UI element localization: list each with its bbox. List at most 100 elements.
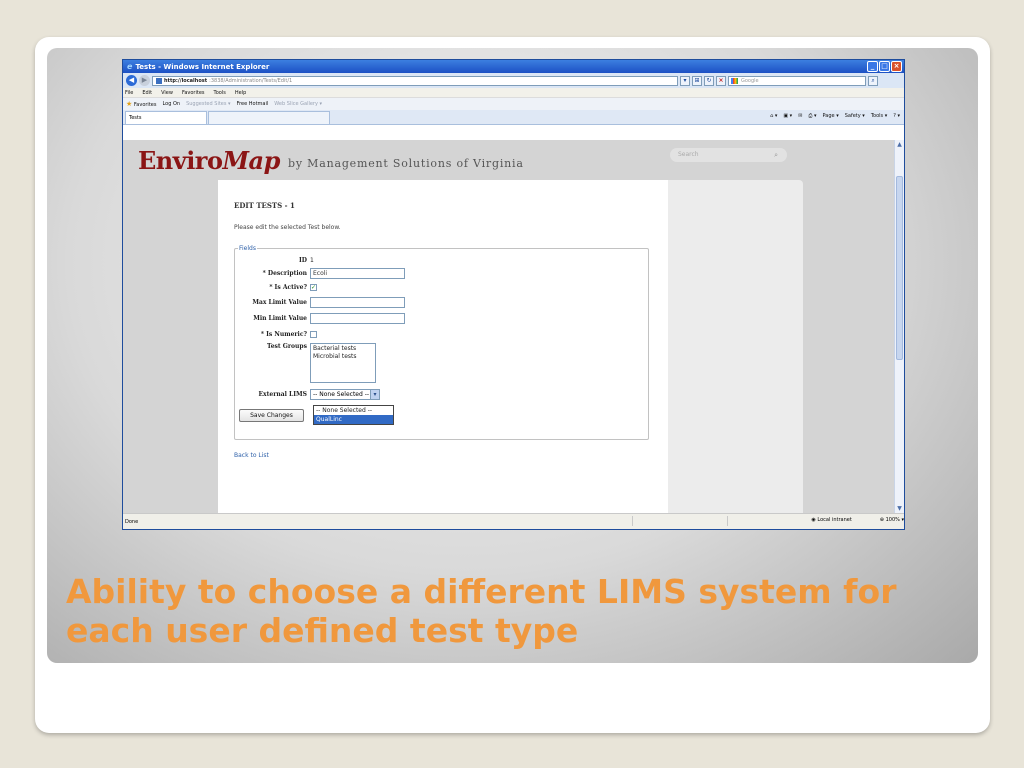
edit-form-card: EDIT TESTS - 1 Please edit the selected … — [218, 180, 668, 514]
id-value: 1 — [310, 256, 314, 264]
star-icon: ★ — [126, 100, 133, 108]
menu-help[interactable]: Help — [235, 90, 246, 96]
site-search-input[interactable]: Search ⌕ — [670, 148, 787, 162]
page-title: EDIT TESTS - 1 — [234, 201, 295, 210]
address-input[interactable]: http://localhost:3838/Administration/Tes… — [152, 75, 678, 86]
is-active-label: * Is Active? — [269, 283, 307, 291]
fields-fieldset: Fields ID 1 * Description Ecoli * Is Act… — [234, 245, 649, 440]
favorites-label: Favorites — [133, 102, 157, 108]
compatibility-icon[interactable]: ⊞ — [692, 75, 702, 86]
external-lims-row: External LIMS -- None Selected -- ▾ — [235, 388, 380, 400]
stop-icon[interactable]: × — [716, 75, 726, 86]
side-panel — [668, 180, 803, 514]
fav-link-logon[interactable]: Log On — [162, 101, 180, 107]
menu-view[interactable]: View — [161, 90, 173, 96]
menu-edit[interactable]: Edit — [142, 90, 152, 96]
site-search-placeholder: Search — [678, 151, 699, 158]
external-lims-selected: -- None Selected -- — [313, 390, 370, 398]
browser-window: e Tests - Windows Internet Explorer _ □ … — [122, 59, 905, 530]
max-limit-row: Max Limit Value — [235, 296, 405, 308]
address-host: http://localhost — [164, 77, 208, 84]
help-icon[interactable]: ? ▾ — [893, 113, 900, 119]
zone-label: Local intranet — [817, 517, 852, 523]
favorites-button[interactable]: ★ Favorites — [126, 100, 156, 108]
tab-strip: Tests ⌂ ▾ ▣ ▾ ✉ ⎙ ▾ Page ▾ Safety ▾ Tool… — [123, 110, 904, 125]
external-lims-select[interactable]: -- None Selected -- ▾ — [310, 388, 380, 400]
back-to-list-link[interactable]: Back to List — [234, 452, 269, 459]
fav-link-hotmail[interactable]: Free Hotmail — [237, 101, 269, 107]
external-lims-dropdown: -- None Selected -- QualLinc — [313, 405, 394, 425]
is-numeric-checkbox[interactable] — [310, 330, 317, 338]
page-icon — [156, 77, 162, 84]
status-bar: Done ◉ Local intranet ⊕ 100% ▾ — [123, 513, 904, 529]
test-groups-listbox[interactable]: Bacterial tests Microbial tests — [310, 343, 376, 383]
tools-menu[interactable]: Tools ▾ — [871, 113, 887, 119]
tab-title: Tests — [129, 115, 142, 121]
page-content: EnviroMap by Management Solutions of Vir… — [123, 140, 896, 514]
scroll-thumb[interactable] — [896, 176, 903, 360]
is-active-checkbox[interactable]: ✓ — [310, 283, 317, 291]
home-icon[interactable]: ⌂ ▾ — [770, 113, 777, 119]
new-tab-button[interactable] — [208, 111, 330, 124]
save-changes-button[interactable]: Save Changes — [239, 409, 304, 422]
ie-logo-icon: e — [127, 62, 133, 71]
chevron-down-icon[interactable]: ▾ — [370, 389, 379, 399]
browser-title: Tests - Windows Internet Explorer — [135, 62, 270, 71]
browser-search-input[interactable]: Google — [728, 75, 866, 86]
back-arrow-icon[interactable]: ◀ — [126, 75, 137, 86]
fav-link-suggested[interactable]: Suggested Sites ▾ — [186, 101, 230, 107]
site-logo: EnviroMap — [138, 146, 280, 175]
zone-indicator: ◉ Local intranet — [811, 517, 851, 523]
min-limit-input[interactable] — [310, 312, 405, 324]
tab-tests[interactable]: Tests — [125, 111, 207, 124]
forward-arrow-icon[interactable]: ▶ — [139, 75, 150, 86]
scroll-up-icon[interactable]: ▲ — [896, 141, 903, 149]
list-item[interactable]: Bacterial tests — [313, 345, 373, 353]
mail-icon[interactable]: ✉ — [798, 113, 802, 119]
max-limit-label: Max Limit Value — [252, 298, 307, 306]
test-groups-row: Test Groups Bacterial tests Microbial te… — [235, 343, 376, 385]
menu-favorites[interactable]: Favorites — [182, 90, 205, 96]
refresh-icon[interactable]: ↻ — [704, 75, 714, 86]
external-lims-label: External LIMS — [258, 390, 307, 398]
description-row: * Description Ecoli — [235, 267, 405, 279]
address-bar-row: ◀ ▶ http://localhost:3838/Administration… — [123, 73, 904, 88]
zoom-control[interactable]: ⊕ 100% ▾ — [880, 517, 904, 523]
dropdown-option-highlighted[interactable]: QualLinc — [314, 415, 393, 424]
menu-file[interactable]: File — [125, 90, 133, 96]
safety-menu[interactable]: Safety ▾ — [845, 113, 865, 119]
search-icon[interactable]: ⌕ — [868, 75, 878, 86]
address-dropdown-icon[interactable]: ▾ — [680, 75, 690, 86]
scroll-down-icon[interactable]: ▼ — [896, 505, 903, 513]
min-limit-row: Min Limit Value — [235, 312, 405, 324]
menu-tools[interactable]: Tools — [214, 90, 226, 96]
maximize-icon[interactable]: □ — [879, 61, 890, 72]
page-menu[interactable]: Page ▾ — [823, 113, 839, 119]
slide-caption: Ability to choose a different LIMS syste… — [66, 572, 897, 650]
close-icon[interactable]: × — [891, 61, 902, 72]
dropdown-option[interactable]: -- None Selected -- — [314, 406, 393, 415]
min-limit-label: Min Limit Value — [253, 314, 307, 322]
fields-legend: Fields — [238, 245, 257, 252]
vertical-scrollbar[interactable]: ▲ ▼ — [894, 140, 904, 514]
magnifier-icon[interactable]: ⌕ — [774, 148, 778, 162]
google-icon — [731, 77, 738, 84]
description-label: * Description — [262, 269, 307, 277]
feeds-icon[interactable]: ▣ ▾ — [783, 113, 792, 119]
list-item[interactable]: Microbial tests — [313, 353, 373, 361]
is-active-row: * Is Active? ✓ — [235, 281, 317, 293]
command-bar: ⌂ ▾ ▣ ▾ ✉ ⎙ ▾ Page ▾ Safety ▾ Tools ▾ ? … — [770, 113, 900, 119]
minimize-icon[interactable]: _ — [867, 61, 878, 72]
test-groups-label: Test Groups — [266, 343, 307, 350]
browser-title-bar: e Tests - Windows Internet Explorer _ □ … — [123, 60, 904, 73]
menu-bar: File Edit View Favorites Tools Help — [123, 88, 904, 98]
form-intro: Please edit the selected Test below. — [234, 224, 341, 231]
description-input[interactable]: Ecoli — [310, 267, 405, 279]
max-limit-input[interactable] — [310, 296, 405, 308]
address-path: :3838/Administration/Tests/Edit/1 — [209, 77, 293, 84]
zoom-level: 100% — [885, 517, 900, 523]
site-tagline: by Management Solutions of Virginia — [288, 157, 524, 170]
fav-link-webslice[interactable]: Web Slice Gallery ▾ — [274, 101, 322, 107]
print-icon[interactable]: ⎙ ▾ — [808, 113, 816, 119]
status-text: Done — [125, 518, 139, 525]
